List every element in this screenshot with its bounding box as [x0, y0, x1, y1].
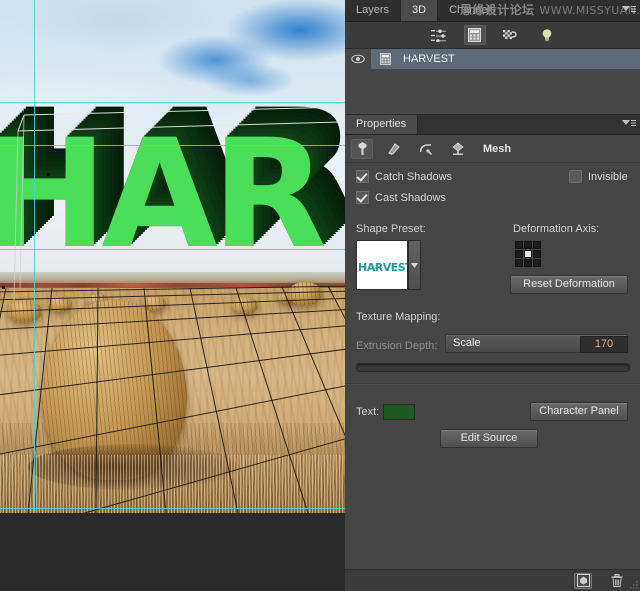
mesh-filter-button[interactable]	[463, 25, 486, 45]
delete-button[interactable]	[608, 573, 626, 589]
checkbox-box	[356, 191, 369, 204]
lights-filter-button[interactable]	[536, 25, 558, 45]
deformation-axis-label: Deformation Axis:	[513, 223, 600, 235]
materials-filter-icon	[503, 29, 517, 39]
deform-cell-selected[interactable]	[524, 250, 532, 258]
document-canvas[interactable]: HAR HAR	[0, 0, 345, 513]
guide-horizontal	[0, 249, 345, 250]
mesh-tool-icon	[358, 142, 366, 155]
extrusion-depth-slider[interactable]	[356, 363, 630, 372]
guide-vertical	[34, 0, 35, 513]
properties-section-title: Mesh	[483, 142, 512, 155]
shape-preset-picker[interactable]: HARVEST	[356, 240, 421, 290]
tab-3d[interactable]: 3D	[401, 0, 439, 21]
tab-properties[interactable]: Properties	[345, 115, 419, 134]
guide-horizontal	[0, 145, 345, 146]
panel-menu-icon[interactable]	[622, 4, 636, 16]
deformation-axis-widget[interactable]	[515, 241, 541, 267]
extrusion-depth-value[interactable]: 170	[580, 336, 628, 353]
checkbox-box	[356, 170, 369, 183]
deform-cell[interactable]	[533, 241, 541, 249]
properties-status-bar	[345, 569, 640, 591]
visibility-toggle[interactable]	[345, 49, 371, 69]
mesh-toolbar: Mesh	[345, 135, 640, 163]
eye-icon	[351, 54, 365, 64]
shape-preset-thumbnail[interactable]: HARVEST	[356, 240, 408, 290]
text-label: Text:	[356, 406, 380, 418]
shape-preset-dropdown-button[interactable]	[408, 240, 421, 290]
mesh-thumbnail	[371, 49, 399, 69]
texture-mapping-label: Texture Mapping:	[356, 311, 441, 323]
cast-shadows-checkbox[interactable]: Cast Shadows	[356, 191, 446, 204]
deform-cell[interactable]	[515, 259, 523, 267]
reset-deformation-button[interactable]: Reset Deformation	[510, 275, 628, 294]
extrusion-depth-label: Extrusion Depth:	[356, 340, 438, 352]
3d-scene-list[interactable]: HARVEST	[345, 49, 640, 115]
hay-bale-small	[48, 296, 72, 312]
panel-column: Layers 3D Channels 思缘设计论坛WWW.MISSYUAN.CO…	[345, 0, 640, 591]
scene-filter-icon	[431, 29, 446, 42]
scene-list-row[interactable]: HARVEST	[345, 49, 640, 69]
deform-cell[interactable]	[533, 259, 541, 267]
checkbox-box	[569, 170, 582, 183]
stubble-foreground	[0, 455, 345, 513]
hay-bale-main	[28, 300, 238, 490]
tab-layers[interactable]: Layers	[345, 0, 402, 21]
scene-item-label: HARVEST	[403, 53, 455, 65]
3d-filter-toolbar	[345, 22, 640, 49]
new-mesh-icon	[576, 574, 590, 587]
guide-horizontal	[0, 102, 345, 103]
deform-cell[interactable]	[515, 241, 523, 249]
scene-filter-button[interactable]	[428, 25, 450, 45]
hay-bale-small	[8, 300, 42, 322]
deform-tool-icon	[388, 142, 400, 155]
mesh-filter-icon	[468, 28, 481, 42]
text-color-swatch[interactable]	[383, 404, 415, 420]
new-mesh-button[interactable]	[574, 572, 592, 589]
invisible-checkbox[interactable]: Invisible	[569, 170, 628, 183]
resize-grip-icon[interactable]	[630, 581, 638, 589]
hay-bale-small	[232, 297, 258, 314]
deform-cell[interactable]	[524, 259, 532, 267]
watermark: 思缘设计论坛WWW.MISSYUAN.COM	[460, 1, 640, 20]
deform-cell[interactable]	[515, 250, 523, 258]
guide-horizontal	[0, 508, 345, 509]
panel-tab-strip: Layers 3D Channels 思缘设计论坛WWW.MISSYUAN.CO…	[345, 0, 640, 22]
shape-preset-label: Shape Preset:	[356, 223, 426, 235]
delete-icon	[611, 574, 623, 587]
edit-source-button[interactable]: Edit Source	[440, 429, 538, 448]
shape-preset-thumbnail-text: HARVEST	[358, 261, 408, 274]
coordinates-tool-button[interactable]	[447, 139, 469, 159]
deform-tool-button[interactable]	[383, 139, 405, 159]
chevron-down-icon	[411, 262, 418, 268]
section-divider	[345, 383, 640, 385]
mesh-tool-button[interactable]	[351, 138, 373, 159]
coordinates-tool-icon	[452, 141, 464, 155]
panel-menu-icon[interactable]	[622, 118, 636, 130]
deform-cell[interactable]	[533, 250, 541, 258]
photoshop-window: HAR HAR Layers 3D Channels 思缘设计论坛 WWW.MI…	[0, 0, 640, 591]
cap-tool-icon	[419, 143, 433, 155]
properties-tab-strip: Properties	[345, 115, 640, 135]
materials-filter-button[interactable]	[500, 25, 522, 45]
extruded-text-face: HAR	[0, 108, 327, 282]
character-panel-button[interactable]: Character Panel	[530, 402, 628, 421]
invisible-label: Invisible	[588, 170, 628, 183]
cast-shadows-label: Cast Shadows	[375, 191, 446, 204]
cap-tool-button[interactable]	[415, 139, 437, 159]
catch-shadows-label: Catch Shadows	[375, 170, 453, 183]
hay-bale-small	[288, 282, 322, 305]
deform-cell[interactable]	[524, 241, 532, 249]
lights-filter-icon	[542, 29, 551, 42]
watermark-cn: 思缘设计论坛	[460, 3, 535, 17]
properties-panel-body: Mesh Catch Shadows Cast Shadows Invisibl…	[345, 135, 640, 591]
catch-shadows-checkbox[interactable]: Catch Shadows	[356, 170, 452, 183]
mesh-filter-icon	[379, 53, 391, 65]
texture-mapping-value: Scale	[453, 337, 481, 349]
